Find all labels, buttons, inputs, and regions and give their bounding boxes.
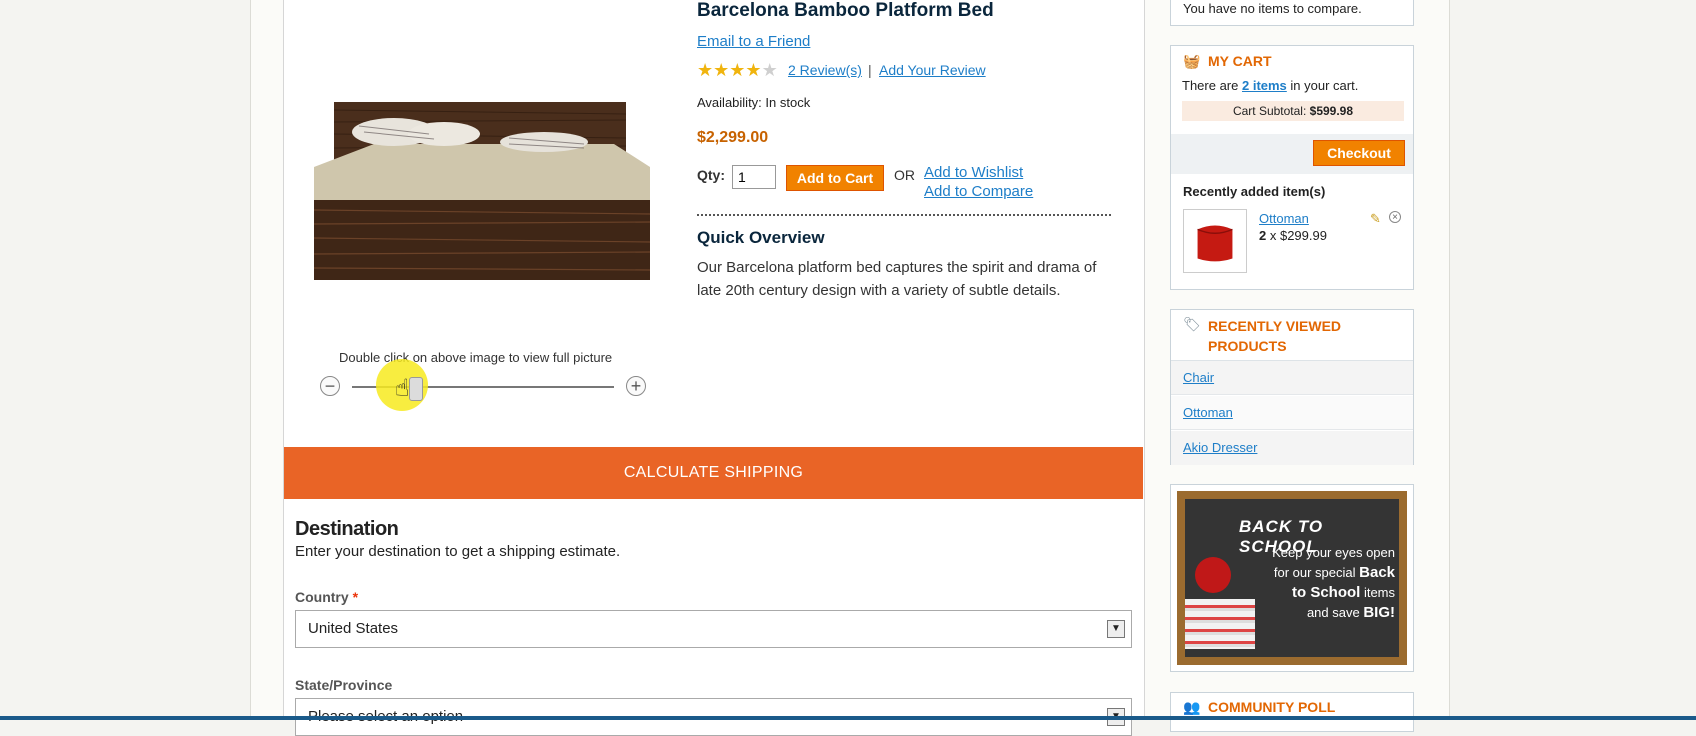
reviews-link[interactable]: 2 Review(s) (788, 62, 862, 78)
country-select[interactable]: United States ▼ (295, 610, 1132, 648)
list-item: Akio Dresser (1171, 431, 1413, 465)
promo-bold3: BIG! (1363, 604, 1395, 621)
destination-title: Destination (295, 518, 399, 540)
cart-text-after: in your cart. (1286, 78, 1359, 93)
zoom-out-button[interactable]: − (320, 376, 340, 396)
chevron-down-icon[interactable]: ▼ (1107, 620, 1125, 638)
cart-item-link[interactable]: Ottoman (1259, 211, 1309, 226)
product-name: Barcelona Bamboo Platform Bed (697, 0, 994, 21)
star-icon: ★ (697, 60, 714, 80)
country-label-text: Country (295, 589, 349, 605)
recently-viewed-link[interactable]: Chair (1183, 370, 1214, 385)
link-separator: | (868, 62, 872, 78)
taskbar-edge (0, 716, 1696, 720)
add-to-compare-link[interactable]: Add to Compare (924, 183, 1033, 200)
cart-item-unit-price: x $299.99 (1266, 228, 1327, 243)
recently-viewed-block: 🏷 RECENTLY VIEWED PRODUCTS Chair Ottoman … (1170, 309, 1414, 465)
country-label: Country * (295, 589, 358, 605)
country-select-value: United States (308, 620, 399, 637)
community-poll-block: 👥 COMMUNITY POLL (1170, 692, 1414, 732)
list-item: Ottoman (1171, 396, 1413, 430)
availability: Availability: In stock (697, 95, 811, 110)
star-empty-icon: ★ (761, 60, 778, 80)
recently-viewed-title-line2: PRODUCTS (1208, 338, 1287, 354)
pencil-icon[interactable]: ✎ (1370, 211, 1381, 227)
poll-people-icon: 👥 (1183, 699, 1201, 715)
qty-label: Qty: (697, 167, 725, 183)
cart-text-before: There are (1182, 78, 1242, 93)
cart-count-text: There are 2 items in your cart. (1182, 78, 1358, 93)
back-to-school-banner[interactable]: BACK TO SCHOOL Keep your eyes open for o… (1170, 484, 1414, 672)
email-friend-link[interactable]: Email to a Friend (697, 33, 810, 50)
recently-viewed-title-line1: RECENTLY VIEWED (1208, 318, 1342, 334)
mini-cart: 🧺 MY CART There are 2 items in your cart… (1170, 45, 1414, 290)
recent-items: Recently added item(s) Ottoman 2 x $299.… (1171, 174, 1413, 289)
cart-item-price: 2 x $299.99 (1259, 228, 1327, 243)
promo-bold2: to School (1292, 584, 1361, 601)
destination-description: Enter your destination to get a shipping… (295, 543, 621, 560)
promo-line2: for our special (1273, 565, 1360, 580)
product-price: $2,299.00 (697, 129, 769, 146)
promo-chalkboard: BACK TO SCHOOL Keep your eyes open for o… (1177, 491, 1407, 665)
cart-subtotal: Cart Subtotal: $599.98 (1182, 101, 1404, 121)
promo-line3: items (1360, 585, 1395, 600)
cart-summary: 🧺 MY CART There are 2 items in your cart… (1171, 46, 1413, 134)
image-caption: Double click on above image to view full… (339, 350, 613, 365)
recently-viewed-title: RECENTLY VIEWED PRODUCTS (1208, 316, 1341, 356)
promo-line1: Keep your eyes open (1272, 545, 1395, 560)
promo-bold1: Back (1359, 564, 1395, 581)
close-icon[interactable]: × (1389, 211, 1401, 223)
star-icon: ★ (745, 60, 762, 80)
recently-viewed-header: 🏷 RECENTLY VIEWED PRODUCTS (1171, 310, 1413, 361)
state-label: State/Province (295, 677, 393, 693)
add-review-link[interactable]: Add Your Review (879, 62, 986, 78)
community-poll-title: COMMUNITY POLL (1208, 699, 1336, 715)
cart-title: MY CART (1208, 53, 1272, 69)
required-mark: * (352, 589, 359, 605)
list-item: Chair (1171, 361, 1413, 395)
subtotal-label: Cart Subtotal: (1232, 104, 1307, 118)
quick-overview-text: Our Barcelona platform bed captures the … (697, 259, 1097, 299)
rating-stars: ★★★★★ (697, 60, 778, 81)
add-to-cart-button[interactable]: Add to Cart (786, 165, 884, 191)
recently-viewed-link[interactable]: Akio Dresser (1183, 440, 1257, 455)
promo-line4: and save (1306, 605, 1364, 620)
product-image[interactable] (314, 92, 650, 282)
quick-overview-title: Quick Overview (697, 228, 825, 247)
subtotal-value: $599.98 (1309, 104, 1354, 118)
promo-text: Keep your eyes open for our special Back… (1225, 543, 1395, 623)
cart-items-link[interactable]: 2 items (1242, 78, 1287, 93)
add-to-wishlist-link[interactable]: Add to Wishlist (924, 164, 1023, 181)
compare-block: You have no items to compare. (1170, 0, 1414, 26)
zoom-slider-handle[interactable] (409, 377, 423, 401)
or-label: OR (894, 167, 915, 183)
recently-viewed-link[interactable]: Ottoman (1183, 405, 1233, 420)
compare-message: You have no items to compare. (1183, 1, 1362, 16)
recent-items-title: Recently added item(s) (1183, 184, 1326, 199)
star-icon: ★ (729, 60, 746, 80)
qty-input[interactable] (732, 165, 776, 189)
tag-icon: 🏷 (1183, 316, 1201, 332)
calculate-shipping-header[interactable]: CALCULATE SHIPPING (284, 447, 1143, 499)
checkout-button[interactable]: Checkout (1313, 140, 1405, 166)
star-icon: ★ (713, 60, 730, 80)
hand-cursor-icon: ☝ (395, 375, 410, 402)
ottoman-thumbnail[interactable] (1183, 209, 1247, 273)
basket-icon: 🧺 (1183, 53, 1201, 69)
zoom-in-button[interactable]: + (626, 376, 646, 396)
divider (697, 214, 1111, 216)
